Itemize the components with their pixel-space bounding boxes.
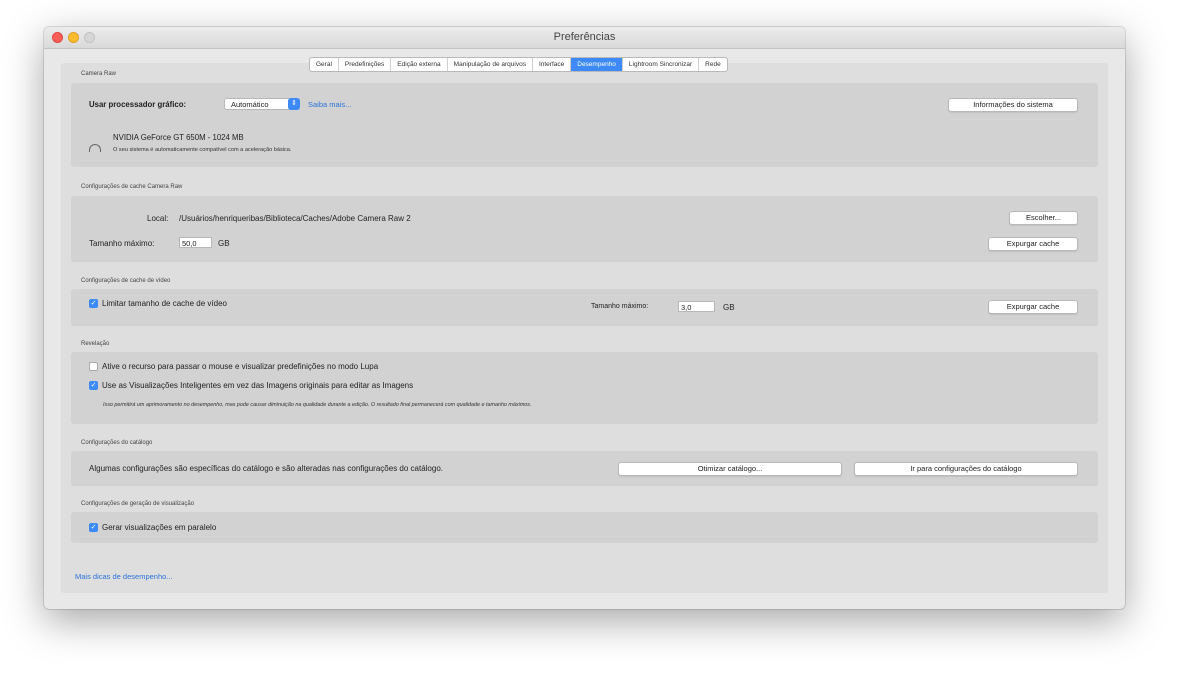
limit-video-cache-label: Limitar tamanho de cache de vídeo <box>102 299 227 308</box>
develop-section-title: Revelação <box>81 341 110 347</box>
window-title: Preferências <box>553 31 616 43</box>
gpu-select[interactable]: Automático ⇕ <box>224 98 300 110</box>
hover-preview-checkbox[interactable]: ✓ <box>89 362 98 371</box>
catalog-settings-button[interactable]: Ir para configurações do catálogo <box>854 462 1078 476</box>
tab-network[interactable]: Rede <box>699 58 727 71</box>
cache-section-title: Configurações de cache Camera Raw <box>81 184 183 190</box>
gpu-select-value: Automático <box>231 100 269 109</box>
parallel-previews-checkbox[interactable]: ✓ <box>89 523 98 532</box>
tab-interface[interactable]: Interface <box>533 58 572 71</box>
gpu-name: NVIDIA GeForce GT 650M - 1024 MB <box>113 133 244 142</box>
smart-previews-checkbox[interactable]: ✓ <box>89 381 98 390</box>
camera-raw-section-title: Camera Raw <box>81 71 117 77</box>
gpu-label: Usar processador gráfico: <box>89 100 187 109</box>
purge-video-cache-button[interactable]: Expurgar cache <box>988 300 1078 314</box>
gpu-gauge-icon <box>89 144 101 152</box>
video-cache-panel: ✓ Limitar tamanho de cache de vídeo Tama… <box>71 289 1098 326</box>
cache-panel: Local: /Usuários/henriqueribas/Bibliotec… <box>71 196 1098 262</box>
preferences-window: Preferências Camera Raw Usar processador… <box>44 27 1125 609</box>
catalog-section-title: Configurações do catálogo <box>81 440 153 446</box>
gpu-status: O seu sistema é automaticamente compatív… <box>113 147 292 153</box>
tab-external-editing[interactable]: Edição externa <box>391 58 448 71</box>
cache-location-label: Local: <box>147 214 169 223</box>
smart-previews-note: Isso permitirá um aprimoramento no desem… <box>103 402 532 408</box>
tab-file-handling[interactable]: Manipulação de arquivos <box>448 58 533 71</box>
parallel-previews-label: Gerar visualizações em paralelo <box>102 523 217 532</box>
tab-performance[interactable]: Desempenho <box>571 58 623 71</box>
video-max-size-label: Tamanho máximo: <box>591 303 649 310</box>
catalog-panel: Algumas configurações são específicas do… <box>71 451 1098 486</box>
develop-panel: ✓ Ative o recurso para passar o mouse e … <box>71 352 1098 424</box>
video-max-size-input[interactable]: 3,0 <box>678 301 715 312</box>
choose-location-button[interactable]: Escolher... <box>1009 211 1078 225</box>
purge-cache-button[interactable]: Expurgar cache <box>988 237 1078 251</box>
video-cache-section-title: Configurações de cache de vídeo <box>81 278 171 284</box>
camera-raw-panel: Usar processador gráfico: Automático ⇕ S… <box>71 83 1098 167</box>
tab-lightroom-sync[interactable]: Lightroom Sincronizar <box>623 58 700 71</box>
preferences-tabs: Geral Predefinições Edição externa Manip… <box>309 57 728 72</box>
catalog-note: Algumas configurações são específicas do… <box>89 464 443 473</box>
cache-unit: GB <box>218 239 230 248</box>
cache-location-path: /Usuários/henriqueribas/Biblioteca/Cache… <box>179 214 411 223</box>
cache-max-size-input[interactable]: 50,0 <box>179 237 212 248</box>
preview-panel: ✓ Gerar visualizações em paralelo <box>71 512 1098 543</box>
optimize-catalog-button[interactable]: Otimizar catálogo... <box>618 462 842 476</box>
video-cache-unit: GB <box>723 303 735 312</box>
performance-panel: Camera Raw Usar processador gráfico: Aut… <box>61 63 1108 593</box>
limit-video-cache-checkbox[interactable]: ✓ <box>89 299 98 308</box>
title-bar[interactable]: Preferências <box>44 27 1125 49</box>
preview-section-title: Configurações de geração de visualização <box>81 501 195 507</box>
system-info-button[interactable]: Informações do sistema <box>948 98 1078 112</box>
smart-previews-label: Use as Visualizações Inteligentes em vez… <box>102 381 414 390</box>
select-arrows-icon: ⇕ <box>288 98 300 110</box>
performance-tips-link[interactable]: Mais dicas de desempenho... <box>75 572 173 581</box>
tab-general[interactable]: Geral <box>310 58 339 71</box>
hover-preview-label: Ative o recurso para passar o mouse e vi… <box>102 362 379 371</box>
cache-max-size-label: Tamanho máximo: <box>89 239 155 248</box>
learn-more-link[interactable]: Saiba mais... <box>308 100 351 109</box>
tab-presets[interactable]: Predefinições <box>339 58 392 71</box>
